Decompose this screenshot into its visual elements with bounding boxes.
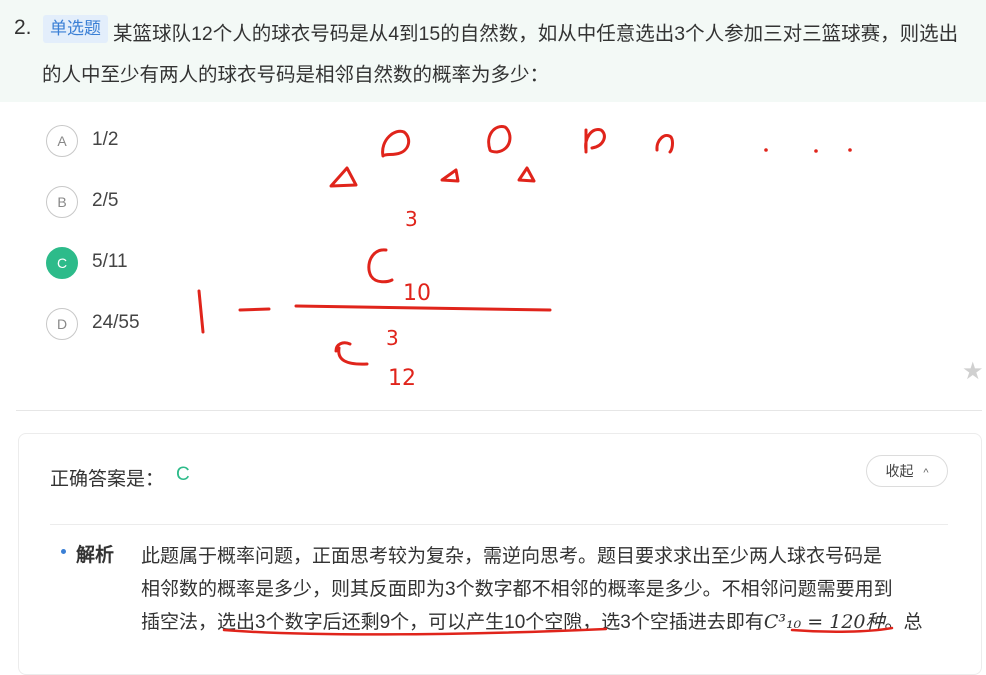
star-icon[interactable]: ★ [962, 357, 984, 386]
analysis-title: 解析 [76, 545, 115, 566]
sketch-circle-4 [655, 134, 675, 154]
sketch-triangle-1 [329, 166, 358, 188]
formula-top-sub: 10 [403, 281, 431, 306]
sketch-dot-3 [848, 148, 852, 152]
formula-fraction-bar [294, 304, 552, 312]
question-number: 2. [14, 16, 32, 39]
option-b-text: 2/5 [92, 190, 119, 211]
sketch-circle-3 [584, 128, 606, 152]
formula-bottom-sub: 12 [388, 366, 416, 391]
formula-bottom-sup: 3 [386, 326, 399, 350]
answer-divider [50, 524, 948, 525]
analysis-line-2: 相邻数的概率是多少，则其反面即为3个数字都不相邻的概率是多少。不相邻问题需要用到 [141, 579, 893, 600]
formula-c-bottom [334, 341, 369, 366]
analysis-line-1: 此题属于概率问题，正面思考较为复杂，需逆向思考。题目要求求出至少两人球衣号码是 [141, 546, 883, 567]
chevron-up-icon: ^ [923, 467, 929, 479]
formula-top-sup: 3 [405, 207, 418, 231]
sketch-dot-2 [814, 149, 818, 153]
option-a-text: 1/2 [92, 129, 119, 150]
formula-one-stroke [197, 289, 205, 334]
formula-minus [238, 307, 271, 312]
formula-c-top [367, 248, 394, 284]
analysis-line-3: 插空法，选出3个数字后还剩9个，可以产生10个空隙，选3个空插进去即有C³₁₀ … [141, 607, 923, 634]
section-divider [16, 410, 982, 411]
correct-answer-value: C [176, 464, 190, 485]
question-header: 2. 单选题 某篮球队12个人的球衣号码是从4到15的自然数，如从中任意选出3个… [0, 0, 986, 102]
collapse-button[interactable]: 收起 ^ [866, 455, 948, 487]
sketch-circle-2 [487, 125, 512, 154]
option-c-letter: C [46, 247, 78, 279]
analysis-line-3-math: C³₁₀ = 120种 [763, 611, 885, 633]
correct-answer-label: 正确答案是： [50, 469, 165, 490]
collapse-label: 收起 [885, 463, 914, 479]
sketch-dot-1 [764, 148, 768, 152]
option-b-letter: B [46, 186, 78, 218]
option-d-text: 24/55 [92, 312, 140, 333]
option-d-letter: D [46, 308, 78, 340]
sketch-triangle-3 [517, 166, 536, 183]
sketch-circle-1 [381, 129, 411, 158]
question-type-badge: 单选题 [43, 15, 108, 43]
option-a-letter: A [46, 125, 78, 157]
analysis-line-3-text: 插空法，选出3个数字后还剩9个，可以产生10个空隙，选3个空插进去即有 [141, 612, 764, 633]
sketch-triangle-2 [440, 168, 460, 183]
option-c-text: 5/11 [92, 251, 128, 272]
analysis-line-3-end: 。总 [884, 612, 923, 633]
question-text-line-1: 某篮球队12个人的球衣号码是从4到15的自然数，如从中任意选出3个人参加三对三篮… [113, 23, 959, 45]
question-text-line-2: 的人中至少有两人的球衣号码是相邻自然数的概率为多少： [42, 64, 550, 86]
analysis-bullet [61, 549, 66, 554]
